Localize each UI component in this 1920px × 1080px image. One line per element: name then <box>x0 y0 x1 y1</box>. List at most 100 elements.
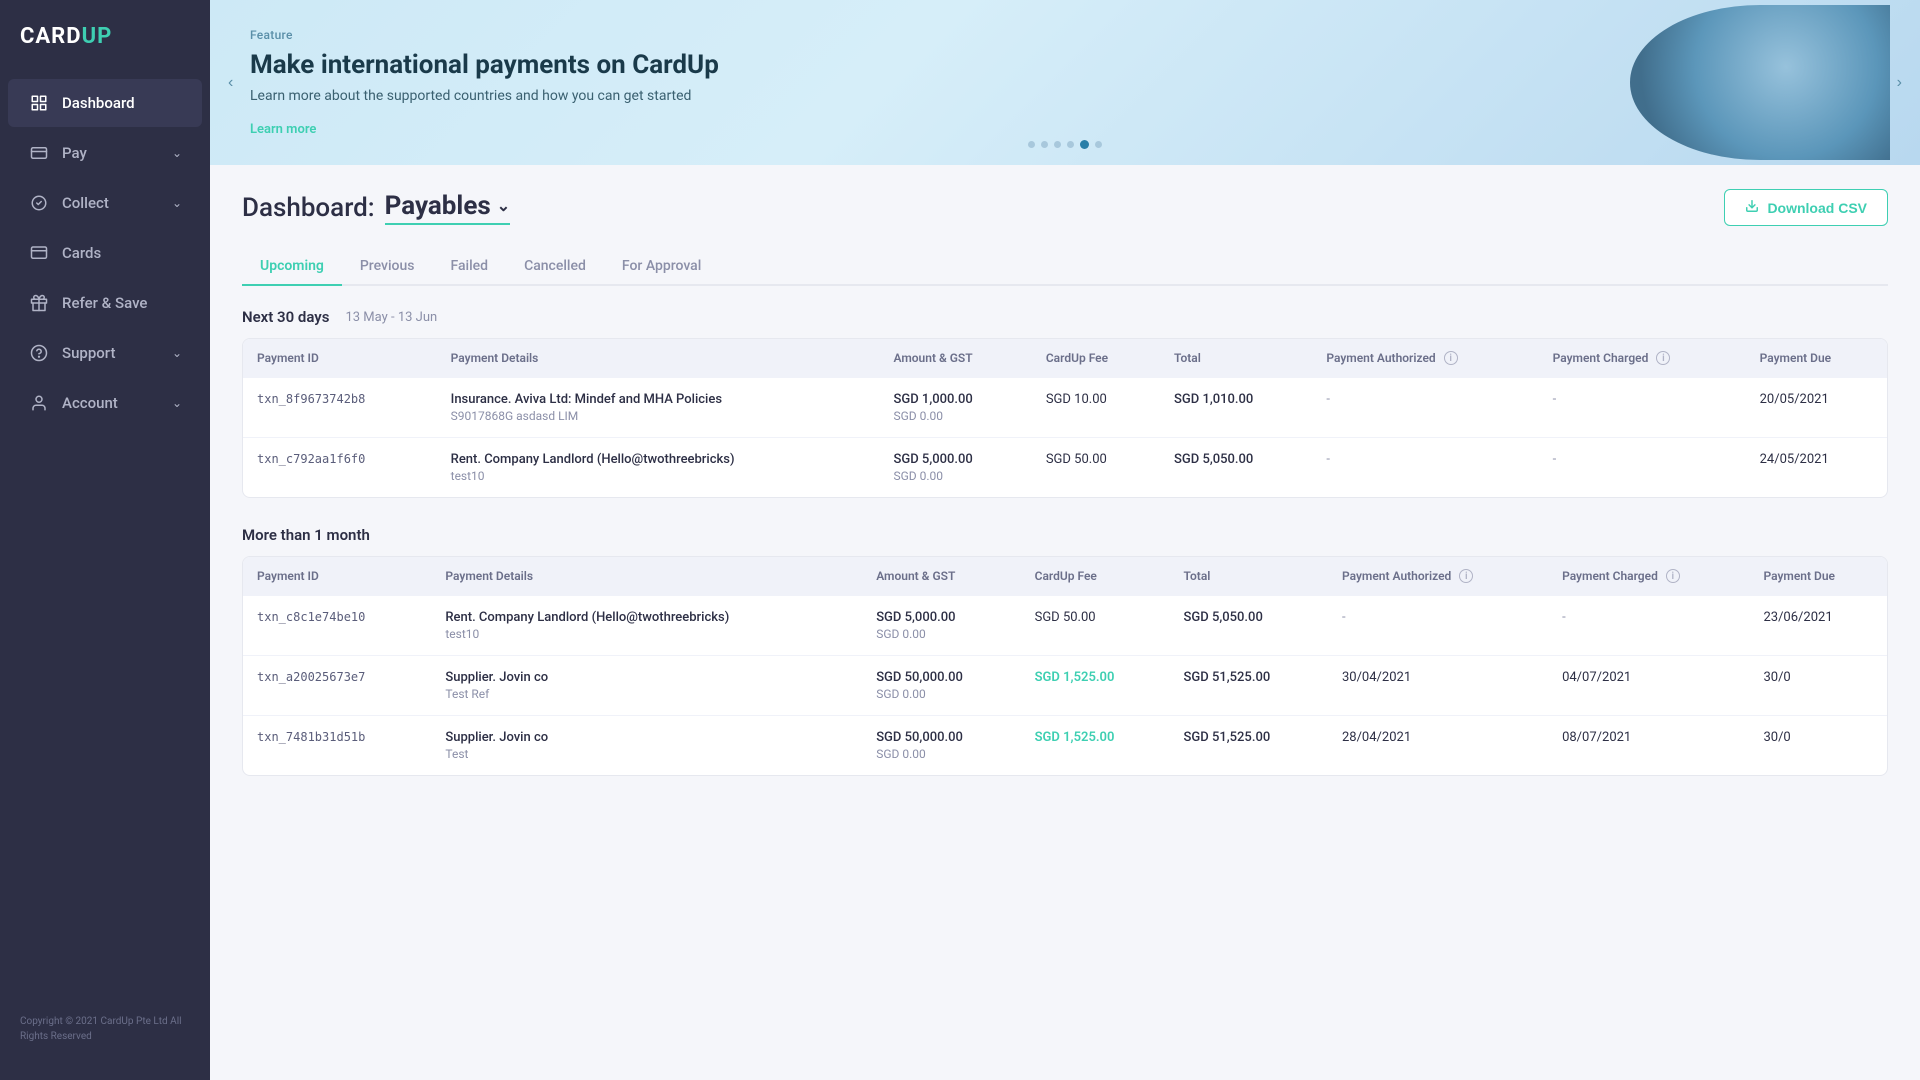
row2-fee: SGD 50.00 <box>1032 438 1160 498</box>
sidebar-item-label-refer: Refer & Save <box>62 294 182 312</box>
sidebar-item-label-cards: Cards <box>62 244 182 262</box>
cards-icon <box>28 242 50 264</box>
s2-row1-id: txn_c8c1e74be10 <box>257 610 365 624</box>
s2-row2-amount-sub: SGD 0.00 <box>876 687 1006 701</box>
table-header-row-2: Payment ID Payment Details Amount & GST … <box>243 557 1887 596</box>
account-icon <box>28 392 50 414</box>
tab-failed[interactable]: Failed <box>433 248 507 286</box>
row1-authorized: - <box>1312 378 1538 438</box>
banner-prev-button[interactable]: ‹ <box>228 74 233 92</box>
download-icon <box>1745 199 1759 216</box>
th-payment-id: Payment ID <box>243 339 437 378</box>
s2-row1-fee: SGD 50.00 <box>1021 596 1170 656</box>
s2-row1-details-main: Rent. Company Landlord (Hello@twothreebr… <box>445 610 848 625</box>
banner-dot-1 <box>1041 141 1048 148</box>
table-row: txn_7481b31d51b Supplier. Jovin co Test … <box>243 716 1887 776</box>
row2-amount-sub: SGD 0.00 <box>893 469 1017 483</box>
banner-feature-label: Feature <box>250 28 719 42</box>
table-row: txn_a20025673e7 Supplier. Jovin co Test … <box>243 656 1887 716</box>
s2-row1-charged: - <box>1548 596 1749 656</box>
s2-row1-total: SGD 5,050.00 <box>1170 596 1328 656</box>
s2-row2-authorized: 30/04/2021 <box>1328 656 1548 716</box>
tab-for-approval[interactable]: For Approval <box>604 248 719 286</box>
view-selector[interactable]: Payables ⌄ <box>385 191 510 225</box>
row1-charged: - <box>1539 378 1746 438</box>
sidebar-item-label-pay: Pay <box>62 144 172 162</box>
s2-row2-charged: 04/07/2021 <box>1548 656 1749 716</box>
th-payment-authorized: Payment Authorized i <box>1312 339 1538 378</box>
s2-row3-amount-main: SGD 50,000.00 <box>876 730 1006 745</box>
globe-visual <box>1630 5 1890 160</box>
th-payment-charged: Payment Charged i <box>1539 339 1746 378</box>
s2-row3-fee: SGD 1,525.00 <box>1021 716 1170 776</box>
chevron-icon-account: ⌄ <box>172 396 182 410</box>
table-header-row-1: Payment ID Payment Details Amount & GST … <box>243 339 1887 378</box>
dashboard-title-prefix: Dashboard: <box>242 193 375 223</box>
row2-total: SGD 5,050.00 <box>1160 438 1312 498</box>
tab-upcoming[interactable]: Upcoming <box>242 248 342 286</box>
banner-dot-0 <box>1028 141 1035 148</box>
feature-banner: Feature Make international payments on C… <box>210 0 1920 165</box>
section-next30-title: Next 30 days <box>242 308 329 326</box>
sidebar-item-label-collect: Collect <box>62 194 172 212</box>
sidebar-item-collect[interactable]: Collect ⌄ <box>8 179 202 227</box>
th2-payment-id: Payment ID <box>243 557 431 596</box>
row1-amount-main: SGD 1,000.00 <box>893 392 1017 407</box>
sidebar-item-refer[interactable]: Refer & Save <box>8 279 202 327</box>
s2-row3-details-main: Supplier. Jovin co <box>445 730 848 745</box>
download-csv-button[interactable]: Download CSV <box>1724 189 1888 226</box>
row2-authorized: - <box>1312 438 1538 498</box>
sidebar-item-support[interactable]: Support ⌄ <box>8 329 202 377</box>
row2-due: 24/05/2021 <box>1746 438 1887 498</box>
copyright-text: Copyright © 2021 CardUp Pte Ltd All Righ… <box>20 1014 190 1044</box>
section-next30-header: Next 30 days 13 May - 13 Jun <box>242 308 1888 326</box>
table-row: txn_8f9673742b8 Insurance. Aviva Ltd: Mi… <box>243 378 1887 438</box>
banner-learn-more-link[interactable]: Learn more <box>250 122 316 137</box>
sidebar-item-account[interactable]: Account ⌄ <box>8 379 202 427</box>
collect-icon <box>28 192 50 214</box>
s2-row2-due: 30/0 <box>1749 656 1887 716</box>
info-authorized-icon: i <box>1444 351 1458 365</box>
s2-row2-total: SGD 51,525.00 <box>1170 656 1328 716</box>
s2-row1-authorized: - <box>1328 596 1548 656</box>
row1-total: SGD 1,010.00 <box>1160 378 1312 438</box>
th2-payment-due: Payment Due <box>1749 557 1887 596</box>
th2-payment-details: Payment Details <box>431 557 862 596</box>
th-cardup-fee: CardUp Fee <box>1032 339 1160 378</box>
logo-text: CARDUP <box>20 24 112 49</box>
tab-cancelled[interactable]: Cancelled <box>506 248 604 286</box>
sidebar-item-label-dashboard: Dashboard <box>62 94 182 112</box>
sidebar-item-label-account: Account <box>62 394 172 412</box>
s2-row1-amount-sub: SGD 0.00 <box>876 627 1006 641</box>
section-next30-date: 13 May - 13 Jun <box>345 310 437 325</box>
table-row: txn_c8c1e74be10 Rent. Company Landlord (… <box>243 596 1887 656</box>
sidebar-item-cards[interactable]: Cards <box>8 229 202 277</box>
th-total: Total <box>1160 339 1312 378</box>
s2-row1-details-sub: test10 <box>445 627 848 641</box>
dashboard-content: Dashboard: Payables ⌄ Download CSV Upcom… <box>210 165 1920 1080</box>
row1-details-main: Insurance. Aviva Ltd: Mindef and MHA Pol… <box>451 392 866 407</box>
download-csv-label: Download CSV <box>1767 200 1867 216</box>
main-content: Feature Make international payments on C… <box>210 0 1920 1080</box>
row2-charged: - <box>1539 438 1746 498</box>
row1-fee: SGD 10.00 <box>1032 378 1160 438</box>
th2-total: Total <box>1170 557 1328 596</box>
row1-amount-sub: SGD 0.00 <box>893 409 1017 423</box>
s2-row3-details-sub: Test <box>445 747 848 761</box>
s2-row1-amount-main: SGD 5,000.00 <box>876 610 1006 625</box>
tab-previous[interactable]: Previous <box>342 248 433 286</box>
sidebar-item-pay[interactable]: Pay ⌄ <box>8 129 202 177</box>
s2-row3-amount-sub: SGD 0.00 <box>876 747 1006 761</box>
banner-dot-2 <box>1054 141 1061 148</box>
s2-row3-charged: 08/07/2021 <box>1548 716 1749 776</box>
s2-row2-fee: SGD 1,525.00 <box>1021 656 1170 716</box>
row2-details-main: Rent. Company Landlord (Hello@twothreebr… <box>451 452 866 467</box>
support-icon <box>28 342 50 364</box>
row1-id: txn_8f9673742b8 <box>257 392 365 406</box>
s2-row3-authorized: 28/04/2021 <box>1328 716 1548 776</box>
s2-row2-id: txn_a20025673e7 <box>257 670 365 684</box>
th-amount-gst: Amount & GST <box>879 339 1031 378</box>
sidebar-item-dashboard[interactable]: Dashboard <box>8 79 202 127</box>
table-month: Payment ID Payment Details Amount & GST … <box>242 556 1888 776</box>
s2-row2-details-sub: Test Ref <box>445 687 848 701</box>
